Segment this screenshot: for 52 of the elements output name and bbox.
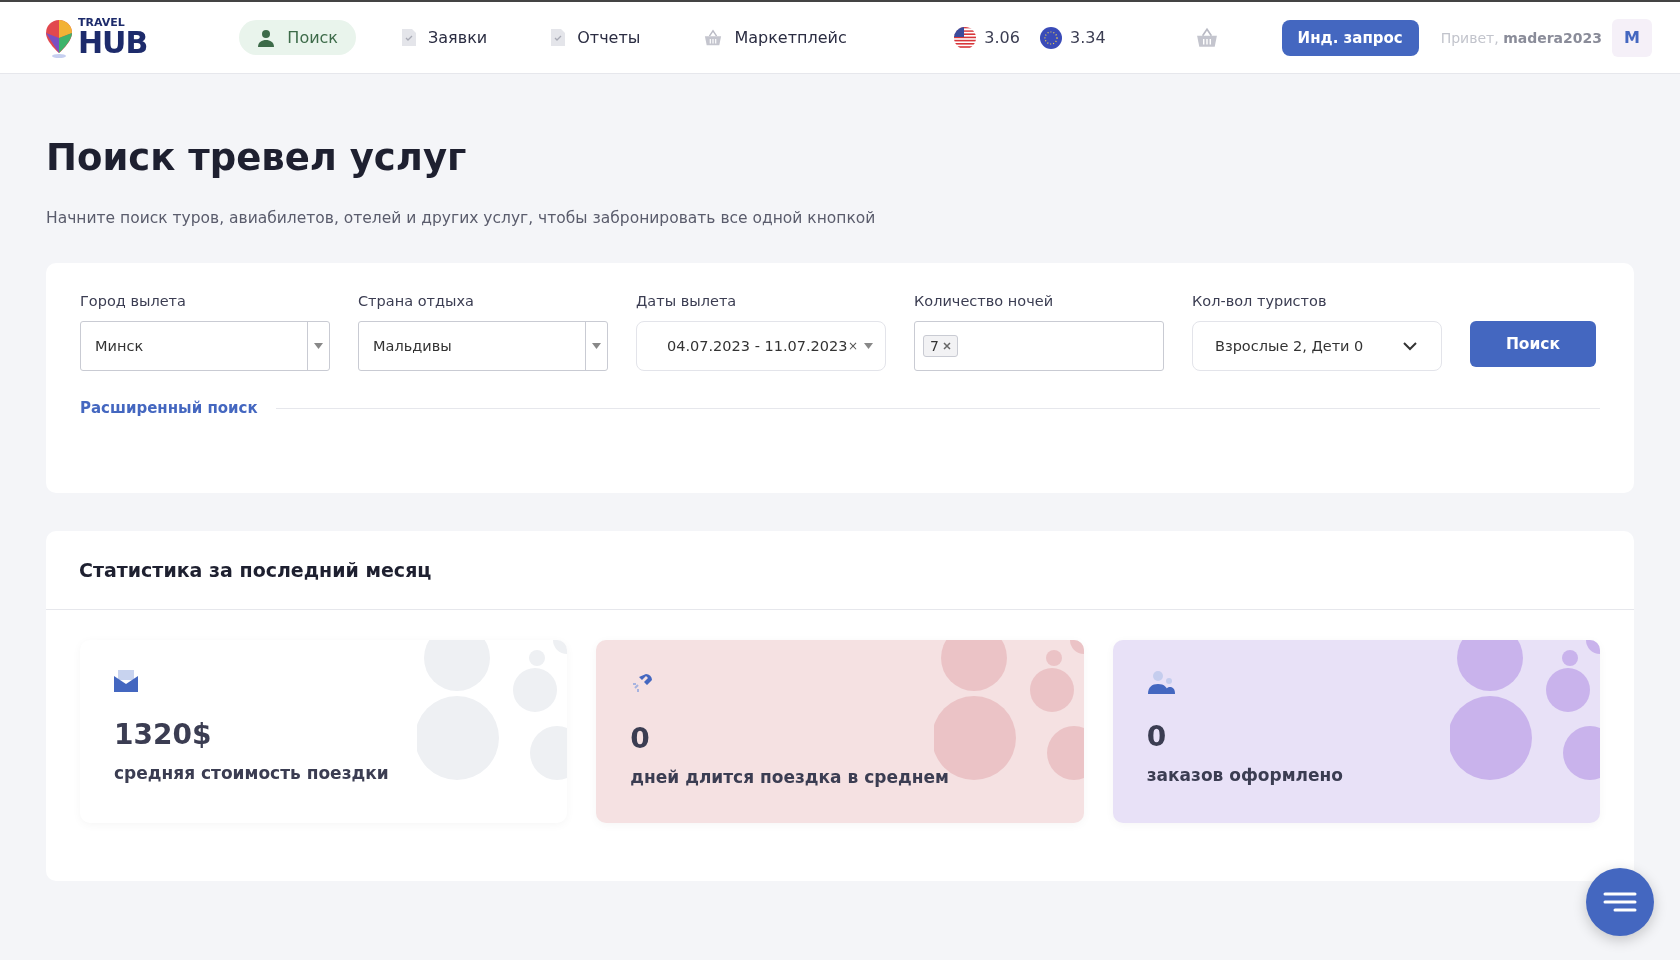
people-icon bbox=[1146, 670, 1177, 694]
caret-icon bbox=[864, 343, 873, 349]
stat-label: средняя стоимость поездки bbox=[114, 763, 390, 783]
field-label: Страна отдыха bbox=[358, 293, 475, 309]
nav-tab[interactable]: Отчеты bbox=[533, 20, 659, 55]
nights-field[interactable]: 7 bbox=[914, 321, 1164, 371]
field-label: Кол-вол туристов bbox=[1192, 293, 1328, 309]
logo-caption: TRAVEL bbox=[78, 17, 126, 28]
person-icon bbox=[257, 28, 276, 47]
document-icon bbox=[402, 29, 417, 46]
clear-icon[interactable]: × bbox=[847, 339, 858, 353]
stat-value: 1320$ bbox=[114, 718, 213, 751]
advanced-search-link[interactable]: Расширенный поиск bbox=[80, 399, 258, 417]
nav-tab[interactable]: Маркетплейс bbox=[686, 20, 865, 55]
tourists-dropdown[interactable]: Взрослые 2, Дети 0 bbox=[1192, 321, 1442, 371]
page-title: Поиск тревел услуг bbox=[46, 136, 468, 179]
flag-icon bbox=[954, 26, 977, 49]
chevron-down-icon bbox=[1403, 341, 1417, 351]
menu-icon bbox=[1603, 892, 1637, 912]
exchange-rate: 3.34 bbox=[1069, 28, 1106, 47]
exchange-rate: 3.06 bbox=[984, 28, 1020, 47]
menu-button[interactable] bbox=[1586, 868, 1654, 936]
greeting-text: Привет, madera2023 bbox=[1440, 29, 1602, 46]
stat-value: 0 bbox=[630, 722, 651, 755]
page-subtitle: Начните поиск туров, авиабилетов, отелей и других услуг, чтобы забронировать все одной кнопкой bbox=[46, 209, 877, 227]
field-label: Количество ночей bbox=[914, 293, 1055, 309]
basket-icon bbox=[704, 28, 723, 47]
logo-icon bbox=[44, 17, 74, 58]
basket-icon bbox=[1195, 26, 1218, 49]
envelope-icon bbox=[114, 670, 138, 692]
stat-value: 0 bbox=[1146, 720, 1168, 753]
flag-icon bbox=[1039, 26, 1062, 49]
close-icon[interactable] bbox=[942, 342, 951, 350]
stat-label: дней длится поездка в среднем bbox=[630, 767, 950, 787]
date-range-field[interactable]: 04.07.2023 - 11.07.2023× bbox=[636, 321, 886, 371]
document-icon bbox=[551, 29, 566, 46]
caret-icon bbox=[314, 343, 323, 349]
nav-tab[interactable]: Заявки bbox=[384, 20, 506, 55]
field-label: Город вылета bbox=[80, 293, 187, 309]
request-button[interactable]: Инд. запрос bbox=[1281, 19, 1419, 56]
caret-icon bbox=[592, 343, 601, 349]
select-field[interactable]: Минск bbox=[80, 321, 330, 371]
stats-title: Статистика за последний месяц bbox=[46, 531, 1634, 610]
user-avatar[interactable]: M bbox=[1612, 18, 1652, 57]
travel-hub-logo[interactable]: TRAVEL HUB bbox=[44, 17, 148, 58]
search-button[interactable]: Поиск bbox=[1470, 321, 1596, 367]
select-field[interactable]: Мальдивы bbox=[358, 321, 608, 371]
stat-label: заказов оформлено bbox=[1146, 765, 1344, 785]
field-label: Даты вылета bbox=[636, 293, 738, 309]
tag-chip: 7 bbox=[923, 335, 958, 357]
logo-wordmark: HUB bbox=[78, 28, 148, 58]
nav-tab[interactable]: Поиск bbox=[239, 20, 357, 55]
